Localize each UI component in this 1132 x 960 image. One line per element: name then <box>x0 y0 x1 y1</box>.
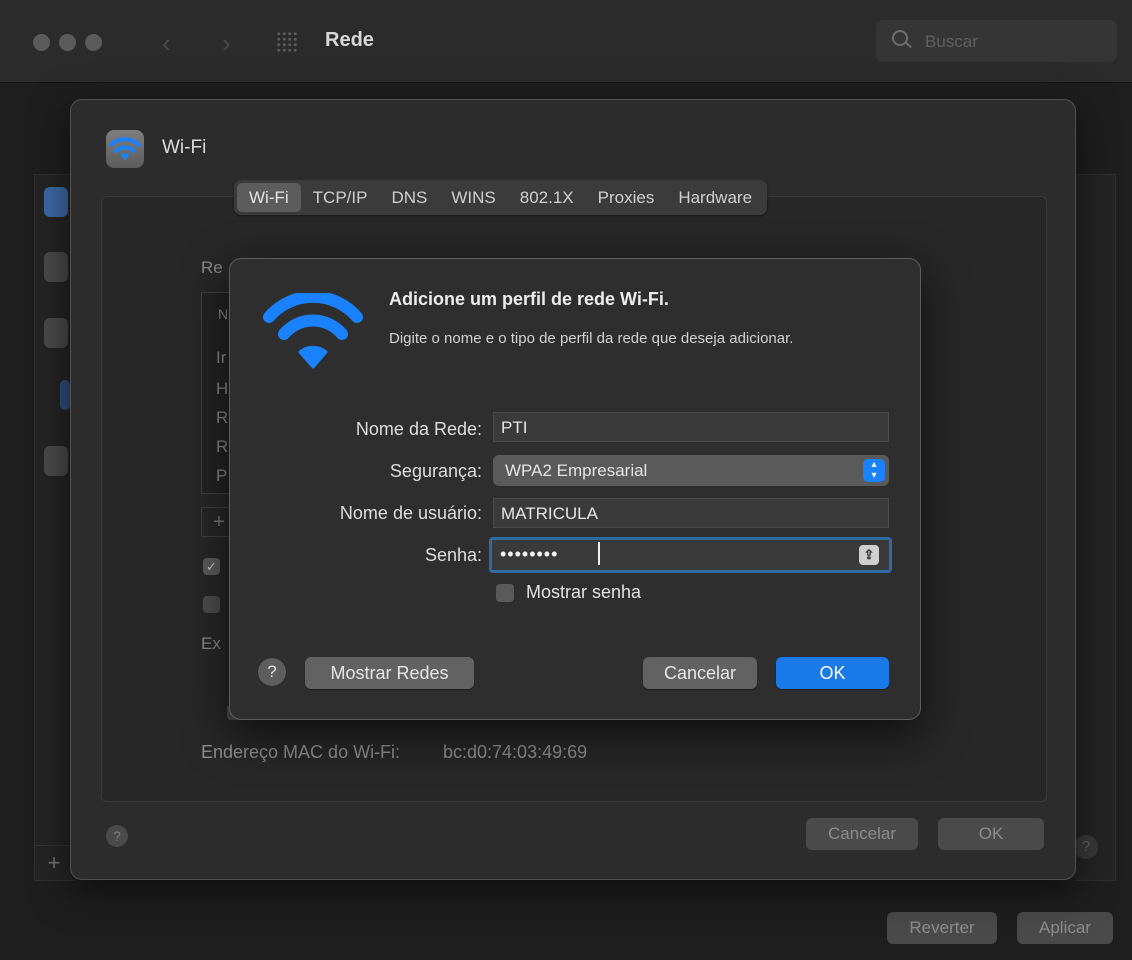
dialog-title: Adicione um perfil de rede Wi-Fi. <box>389 289 669 309</box>
security-select[interactable]: WPA2 Empresarial <box>493 455 889 486</box>
cancel-button[interactable]: Cancelar <box>643 657 757 689</box>
export-label: Ex <box>201 634 221 653</box>
sheet-help-button[interactable]: ? <box>106 825 128 847</box>
zoom-window-button[interactable] <box>85 34 102 51</box>
sheet-tab-bar: Wi-Fi TCP/IP DNS WINS 802.1X Proxies Har… <box>234 180 768 215</box>
sheet-title: Wi-Fi <box>162 137 207 158</box>
sheet-cancel-button[interactable]: Cancelar <box>806 818 918 850</box>
password-masked-value: •••••••• <box>500 544 559 564</box>
sidebar-device-icon[interactable] <box>60 380 70 410</box>
window-title: Rede <box>325 29 374 51</box>
tab-dns[interactable]: DNS <box>379 183 439 212</box>
mac-address-label: Endereço MAC do Wi-Fi: <box>201 742 401 762</box>
list-item[interactable]: H <box>216 379 228 399</box>
tab-proxies[interactable]: Proxies <box>586 183 667 212</box>
list-header: N <box>218 306 229 322</box>
background-help-button[interactable]: ? <box>1074 835 1098 859</box>
network-name-label: Nome da Rede: <box>355 419 482 439</box>
sidebar-service-icon[interactable] <box>44 318 68 348</box>
sidebar-service-icon[interactable] <box>44 252 68 282</box>
preferred-networks-label: Re <box>201 258 223 277</box>
search-placeholder: Buscar <box>925 32 978 51</box>
back-arrow-icon[interactable]: ‹ <box>162 30 171 56</box>
security-label: Segurança: <box>389 461 482 481</box>
minimize-window-button[interactable] <box>59 34 76 51</box>
mac-address-value: bc:d0:74:03:49:69 <box>443 742 588 762</box>
tab-8021x[interactable]: 802.1X <box>508 183 586 212</box>
username-field[interactable]: MATRICULA <box>493 498 889 528</box>
background-pane-edge <box>1075 174 1116 881</box>
close-window-button[interactable] <box>33 34 50 51</box>
tab-hardware[interactable]: Hardware <box>666 183 764 212</box>
add-service-button[interactable]: + <box>34 845 74 880</box>
username-label: Nome de usuário: <box>339 503 482 523</box>
forward-arrow-icon[interactable]: › <box>222 30 231 56</box>
show-networks-button[interactable]: Mostrar Redes <box>305 657 474 689</box>
checkbox[interactable] <box>203 596 220 613</box>
search-field[interactable]: Buscar <box>876 20 1117 62</box>
show-password-label[interactable]: Mostrar senha <box>526 582 641 603</box>
wifi-icon <box>106 130 144 168</box>
wifi-icon <box>262 290 364 374</box>
tab-tcpip[interactable]: TCP/IP <box>301 183 380 212</box>
caps-lock-icon: ⇪ <box>859 545 879 565</box>
tab-wins[interactable]: WINS <box>439 183 507 212</box>
search-icon <box>892 30 908 46</box>
dialog-subtitle: Digite o nome e o tipo de perfil da rede… <box>389 330 794 347</box>
apply-button[interactable]: Aplicar <box>1017 912 1113 944</box>
list-item[interactable]: Ir <box>216 348 226 368</box>
revert-button[interactable]: Reverter <box>887 912 997 944</box>
ok-button[interactable]: OK <box>776 657 889 689</box>
checkbox-checked[interactable]: ✓ <box>203 558 220 575</box>
show-password-checkbox[interactable] <box>496 584 514 602</box>
select-arrows-icon[interactable]: ▴ ▾ <box>863 459 885 482</box>
text-caret <box>598 542 600 565</box>
network-name-field[interactable]: PTI <box>493 412 889 442</box>
sidebar-service-icon[interactable] <box>44 446 68 476</box>
sidebar-wifi-icon[interactable] <box>44 187 68 217</box>
list-item[interactable]: R <box>216 437 228 457</box>
sheet-ok-button[interactable]: OK <box>938 818 1044 850</box>
tab-wifi[interactable]: Wi-Fi <box>237 183 301 212</box>
help-button[interactable]: ? <box>258 658 286 686</box>
show-all-grid-icon[interactable] <box>276 31 298 53</box>
password-label: Senha: <box>424 545 482 565</box>
